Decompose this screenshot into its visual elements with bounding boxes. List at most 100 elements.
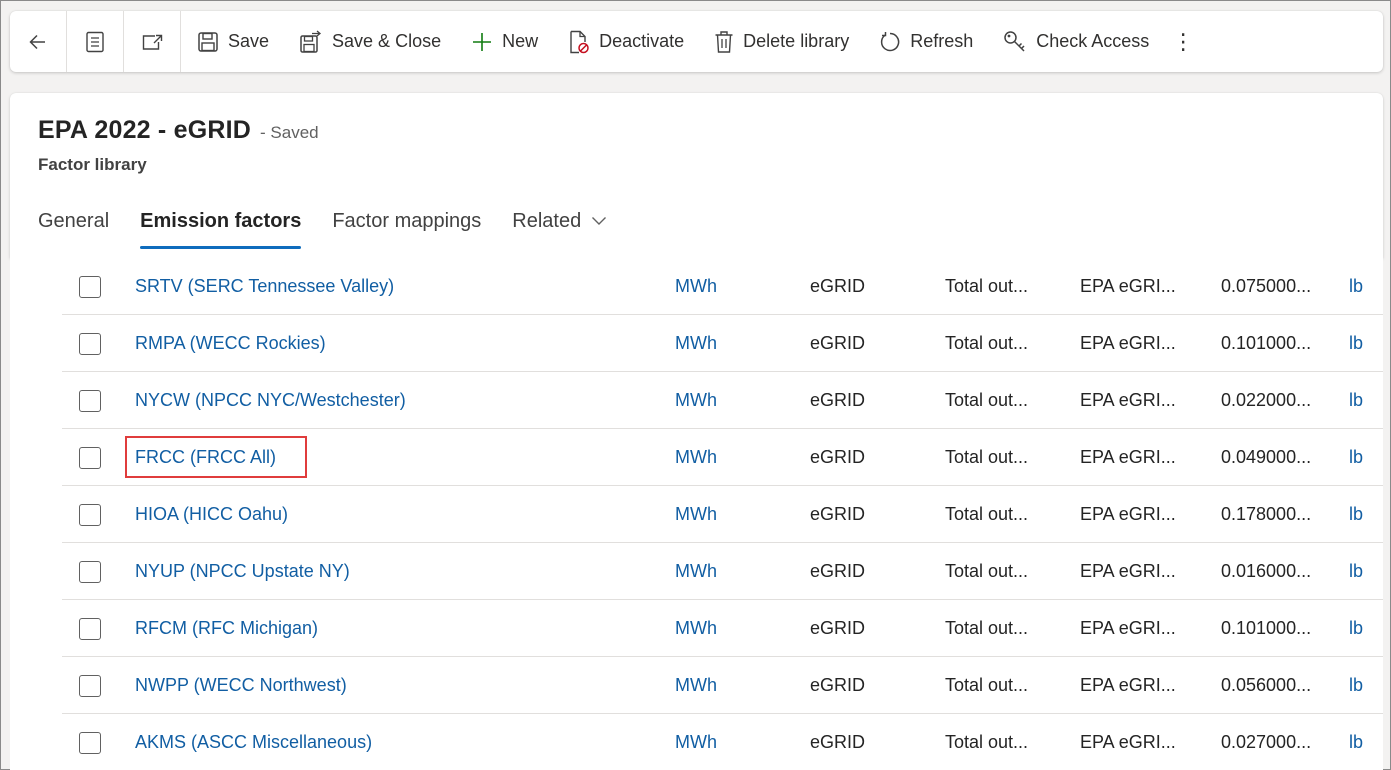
form-icon [86, 31, 104, 52]
source-cell: eGRID [810, 389, 866, 410]
value-cell: 0.178000... [1221, 503, 1312, 524]
more-vertical-icon: ⋮ [1172, 28, 1195, 54]
back-button[interactable] [10, 11, 66, 72]
table-row[interactable]: NWPP (WECC Northwest) MWh eGRID Total ou… [62, 657, 1383, 714]
unit-link[interactable]: MWh [675, 429, 717, 485]
factor-name-link[interactable]: HIOA (HICC Oahu) [135, 486, 288, 542]
save-and-close-label: Save & Close [332, 31, 442, 51]
table-row[interactable]: AKMS (ASCC Miscellaneous) MWh eGRID Tota… [62, 714, 1383, 770]
check-access-button[interactable]: Check Access [987, 11, 1163, 72]
unit-link[interactable]: MWh [675, 600, 717, 656]
unit-link[interactable]: MWh [675, 315, 717, 371]
record-header: EPA 2022 - eGRID - Saved Factor library … [10, 93, 1383, 258]
value-cell: 0.049000... [1221, 446, 1312, 467]
lb-unit-link[interactable]: lb [1349, 600, 1363, 656]
value-cell: 0.101000... [1221, 617, 1312, 638]
factor-name-link[interactable]: RFCM (RFC Michigan) [135, 600, 318, 656]
tab-related[interactable]: Related [512, 206, 607, 236]
table-row[interactable]: RMPA (WECC Rockies) MWh eGRID Total out.… [62, 315, 1383, 372]
total-cell: Total out... [945, 389, 1029, 410]
library-cell: EPA eGRI... [1080, 503, 1176, 524]
total-cell: Total out... [945, 617, 1029, 638]
total-cell: Total out... [945, 731, 1029, 752]
check-access-label: Check Access [1036, 31, 1150, 51]
factor-name-link[interactable]: NYCW (NPCC NYC/Westchester) [135, 372, 406, 428]
library-cell: EPA eGRI... [1080, 389, 1176, 410]
tab-general[interactable]: General [38, 206, 109, 236]
lb-unit-link[interactable]: lb [1349, 315, 1363, 371]
unit-link[interactable]: MWh [675, 657, 717, 713]
deactivate-button[interactable]: Deactivate [552, 11, 698, 72]
lb-unit-link[interactable]: lb [1349, 657, 1363, 713]
row-checkbox[interactable] [79, 390, 101, 412]
chevron-down-icon [592, 217, 607, 225]
total-cell: Total out... [945, 275, 1029, 296]
new-button[interactable]: New [455, 11, 552, 72]
deactivate-label: Deactivate [599, 31, 685, 51]
form-view-button[interactable] [67, 11, 123, 72]
source-cell: eGRID [810, 731, 866, 752]
row-checkbox[interactable] [79, 618, 101, 640]
row-checkbox[interactable] [79, 675, 101, 697]
lb-unit-link[interactable]: lb [1349, 543, 1363, 599]
total-cell: Total out... [945, 503, 1029, 524]
save-and-close-icon [300, 30, 322, 53]
delete-library-button[interactable]: Delete library [698, 11, 863, 72]
library-cell: EPA eGRI... [1080, 731, 1176, 752]
total-cell: Total out... [945, 560, 1029, 581]
unit-link[interactable]: MWh [675, 372, 717, 428]
library-cell: EPA eGRI... [1080, 674, 1176, 695]
save-status: - Saved [260, 123, 319, 142]
tab-emission-factors[interactable]: Emission factors [140, 206, 302, 249]
library-cell: EPA eGRI... [1080, 560, 1176, 581]
refresh-button[interactable]: Refresh [863, 11, 987, 72]
table-row[interactable]: HIOA (HICC Oahu) MWh eGRID Total out... … [62, 486, 1383, 543]
library-cell: EPA eGRI... [1080, 617, 1176, 638]
row-checkbox[interactable] [79, 333, 101, 355]
factor-name-link[interactable]: RMPA (WECC Rockies) [135, 315, 326, 371]
value-cell: 0.022000... [1221, 389, 1312, 410]
back-arrow-icon [29, 34, 45, 49]
row-checkbox[interactable] [79, 561, 101, 583]
table-row[interactable]: FRCC (FRCC All) MWh eGRID Total out... E… [62, 429, 1383, 486]
open-new-window-button[interactable] [124, 11, 180, 72]
library-cell: EPA eGRI... [1080, 446, 1176, 467]
command-bar: Save Save & Close New Deactivate Delete … [10, 11, 1383, 72]
row-checkbox[interactable] [79, 732, 101, 754]
source-cell: eGRID [810, 275, 866, 296]
factor-name-link[interactable]: SRTV (SERC Tennessee Valley) [135, 258, 394, 314]
more-commands-button[interactable]: ⋮ [1163, 11, 1203, 72]
table-row[interactable]: SRTV (SERC Tennessee Valley) MWh eGRID T… [62, 258, 1383, 315]
table-row[interactable]: NYUP (NPCC Upstate NY) MWh eGRID Total o… [62, 543, 1383, 600]
row-checkbox[interactable] [79, 276, 101, 298]
row-checkbox[interactable] [79, 447, 101, 469]
open-in-new-window-icon [142, 34, 163, 50]
entity-name: Factor library [38, 155, 147, 174]
lb-unit-link[interactable]: lb [1349, 258, 1363, 314]
lb-unit-link[interactable]: lb [1349, 486, 1363, 542]
factor-name-link[interactable]: AKMS (ASCC Miscellaneous) [135, 714, 372, 770]
factor-name-link[interactable]: FRCC (FRCC All) [135, 429, 276, 485]
unit-link[interactable]: MWh [675, 486, 717, 542]
unit-link[interactable]: MWh [675, 714, 717, 770]
title-row: EPA 2022 - eGRID - Saved [38, 116, 319, 145]
lb-unit-link[interactable]: lb [1349, 429, 1363, 485]
source-cell: eGRID [810, 674, 866, 695]
tab-factor-mappings[interactable]: Factor mappings [332, 206, 481, 236]
save-and-close-button[interactable]: Save & Close [283, 11, 455, 72]
lb-unit-link[interactable]: lb [1349, 714, 1363, 770]
unit-link[interactable]: MWh [675, 543, 717, 599]
source-cell: eGRID [810, 332, 866, 353]
row-checkbox[interactable] [79, 504, 101, 526]
lb-unit-link[interactable]: lb [1349, 372, 1363, 428]
source-cell: eGRID [810, 617, 866, 638]
factor-name-link[interactable]: NYUP (NPCC Upstate NY) [135, 543, 350, 599]
value-cell: 0.075000... [1221, 275, 1312, 296]
unit-link[interactable]: MWh [675, 258, 717, 314]
table-row[interactable]: NYCW (NPCC NYC/Westchester) MWh eGRID To… [62, 372, 1383, 429]
table-row[interactable]: RFCM (RFC Michigan) MWh eGRID Total out.… [62, 600, 1383, 657]
factor-name-link[interactable]: NWPP (WECC Northwest) [135, 657, 347, 713]
save-button[interactable]: Save [181, 11, 283, 72]
new-label: New [502, 31, 539, 51]
value-cell: 0.101000... [1221, 332, 1312, 353]
